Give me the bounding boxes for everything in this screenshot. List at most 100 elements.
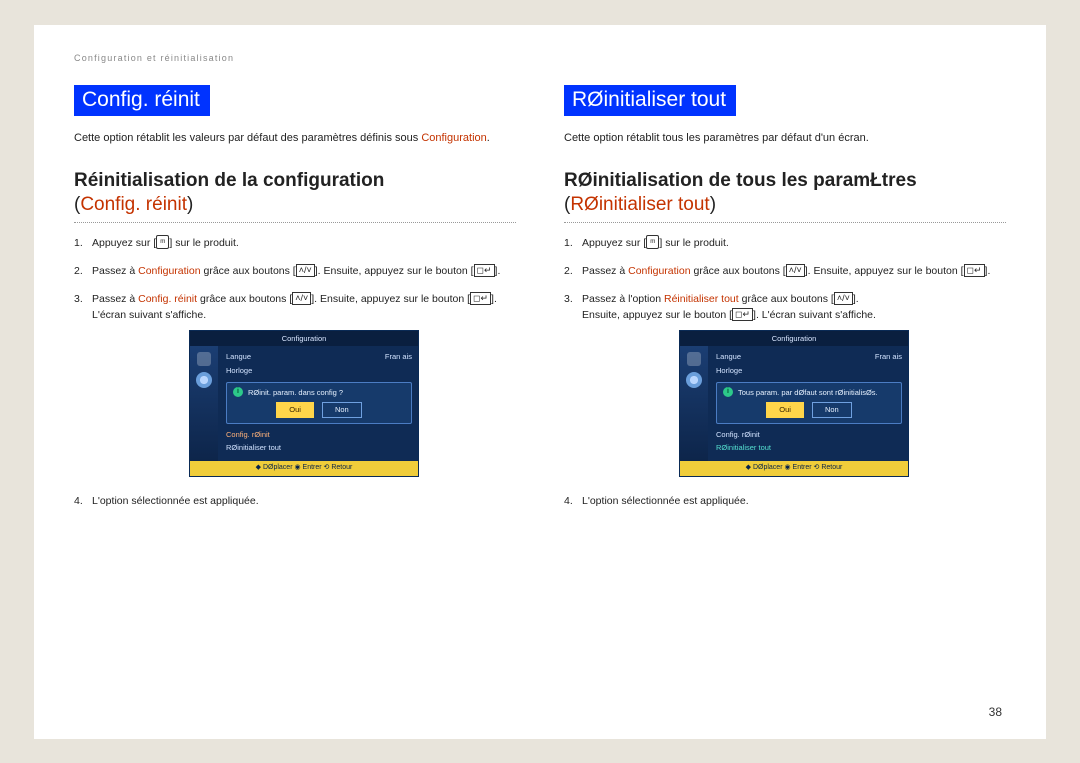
updown-icon: ˄/˅ — [292, 292, 311, 305]
osd-dialog-message: i RØinit. param. dans config ? — [233, 387, 405, 399]
text: ]. L'écran suivant s'affiche. — [753, 309, 876, 321]
highlight: Configuration — [421, 132, 486, 144]
osd-no-button: Non — [812, 402, 852, 418]
osd-row-langue: Langue Fran ais — [716, 350, 902, 364]
osd-menu-reinit-tout: RØinitialiser tout — [226, 441, 412, 455]
updown-icon: ˄/˅ — [834, 292, 853, 305]
text: grâce aux boutons [ — [739, 293, 834, 305]
osd-dialog: i RØinit. param. dans config ? Oui Non — [226, 382, 412, 424]
value: Fran ais — [385, 351, 412, 363]
text: Cette option rétablit les valeurs par dé… — [74, 132, 421, 144]
osd-main: Langue Fran ais Horloge i Tous param. par… — [708, 346, 908, 461]
page-number: 38 — [989, 705, 1002, 719]
value: Fran ais — [875, 351, 902, 363]
osd-screenshot-right: Configuration Langue Fran ais Horloge — [582, 330, 1006, 477]
subsection-heading-left: Réinitialisation de la configuration — [74, 168, 516, 194]
text: Passez à l'option — [582, 293, 664, 305]
osd-dialog-message: i Tous param. par dØfaut sont rØinitiali… — [723, 387, 895, 399]
text: ]. — [495, 265, 501, 277]
enter-icon: ◻↵ — [474, 264, 495, 277]
osd-body: Langue Fran ais Horloge i Tous param. par… — [680, 346, 908, 461]
text: ]. — [853, 293, 859, 305]
osd-footer: ◆ DØplacer ◉ Entrer ⟲ Retour — [680, 461, 908, 476]
step-1: Appuyez sur [ᵐ] sur le produit. — [74, 235, 516, 251]
osd-window: Configuration Langue Fran ais Horloge — [189, 330, 419, 477]
enter-icon: ◻↵ — [732, 308, 753, 321]
info-icon: i — [233, 387, 243, 397]
step-2: Passez à Configuration grâce aux boutons… — [564, 263, 1006, 279]
label: Horloge — [226, 365, 252, 377]
breadcrumb: Configuration et réinitialisation — [74, 53, 1006, 63]
highlight: Config. réinit — [80, 194, 187, 215]
osd-menu-config-reinit: Config. rØinit — [716, 428, 902, 442]
step-2: Passez à Configuration grâce aux boutons… — [74, 263, 516, 279]
highlight: Config. réinit — [138, 293, 197, 305]
osd-dialog-buttons: Oui Non — [723, 402, 895, 418]
osd-row-langue: Langue Fran ais — [226, 350, 412, 364]
highlight: Configuration — [138, 265, 200, 277]
sidebar-icon — [687, 352, 701, 366]
subsection-subtitle-right: (RØinitialiser tout) — [564, 194, 1006, 216]
text: ]. Ensuite, appuyez sur le bouton [ — [315, 265, 474, 277]
label: Langue — [716, 351, 741, 363]
osd-row-horloge: Horloge — [716, 364, 902, 378]
manual-page: Configuration et réinitialisation Config… — [34, 25, 1046, 739]
text: ]. Ensuite, appuyez sur le bouton [ — [311, 293, 470, 305]
text: . — [487, 132, 490, 144]
step-4: L'option sélectionnée est appliquée. — [74, 493, 516, 509]
label: Horloge — [716, 365, 742, 377]
divider — [74, 222, 516, 223]
subsection-subtitle-left: (Config. réinit) — [74, 194, 516, 216]
text: Tous param. par dØfaut sont rØinitialisØ… — [738, 387, 878, 399]
section-title-reinit-tout: RØinitialiser tout — [564, 85, 736, 116]
intro-text-left: Cette option rétablit les valeurs par dé… — [74, 130, 516, 147]
osd-title: Configuration — [680, 331, 908, 347]
divider — [564, 222, 1006, 223]
osd-dialog: i Tous param. par dØfaut sont rØinitiali… — [716, 382, 902, 424]
osd-dialog-buttons: Oui Non — [233, 402, 405, 418]
text: grâce aux boutons [ — [691, 265, 786, 277]
text: Ensuite, appuyez sur le bouton [ — [582, 309, 732, 321]
osd-title: Configuration — [190, 331, 418, 347]
osd-yes-button: Oui — [276, 402, 314, 418]
osd-footer: ◆ DØplacer ◉ Entrer ⟲ Retour — [190, 461, 418, 476]
right-column: RØinitialiser tout Cette option rétablit… — [564, 85, 1006, 522]
left-column: Config. réinit Cette option rétablit les… — [74, 85, 516, 522]
steps-list-right: Appuyez sur [ᵐ] sur le produit. Passez à… — [564, 235, 1006, 510]
text: grâce aux boutons [ — [197, 293, 292, 305]
osd-menu-config-reinit: Config. rØinit — [226, 428, 412, 442]
text: ]. — [985, 265, 991, 277]
label: Langue — [226, 351, 251, 363]
osd-no-button: Non — [322, 402, 362, 418]
osd-sidebar — [680, 346, 708, 461]
gear-icon — [686, 372, 702, 388]
osd-main: Langue Fran ais Horloge i RØinit. param. … — [218, 346, 418, 461]
updown-icon: ˄/˅ — [296, 264, 315, 277]
subsection-heading-right: RØinitialisation de tous les paramŁtres — [564, 168, 1006, 194]
sidebar-icon — [197, 352, 211, 366]
paren-close: ) — [710, 194, 716, 215]
text: Passez à — [92, 265, 138, 277]
text: RØinit. param. dans config ? — [248, 387, 343, 399]
step-3: Passez à l'option Réinitialiser tout grâ… — [564, 291, 1006, 477]
highlight: RØinitialiser tout — [570, 194, 709, 215]
osd-screenshot-left: Configuration Langue Fran ais Horloge — [92, 330, 516, 477]
osd-body: Langue Fran ais Horloge i RØinit. param. … — [190, 346, 418, 461]
menu-button-icon: ᵐ — [646, 235, 659, 249]
paren-close: ) — [187, 194, 193, 215]
enter-icon: ◻↵ — [470, 292, 491, 305]
intro-text-right: Cette option rétablit tous les paramètre… — [564, 130, 1006, 147]
section-title-config-reinit: Config. réinit — [74, 85, 210, 116]
menu-button-icon: ᵐ — [156, 235, 169, 249]
text: ] sur le produit. — [659, 237, 728, 249]
label: RØinitialiser tout — [226, 442, 281, 454]
step-3: Passez à Config. réinit grâce aux bouton… — [74, 291, 516, 477]
text: ] sur le produit. — [169, 237, 238, 249]
info-icon: i — [723, 387, 733, 397]
text: Appuyez sur [ — [92, 237, 156, 249]
osd-window: Configuration Langue Fran ais Horloge — [679, 330, 909, 477]
osd-row-horloge: Horloge — [226, 364, 412, 378]
osd-sidebar — [190, 346, 218, 461]
label: Config. rØinit — [716, 429, 760, 441]
osd-yes-button: Oui — [766, 402, 804, 418]
